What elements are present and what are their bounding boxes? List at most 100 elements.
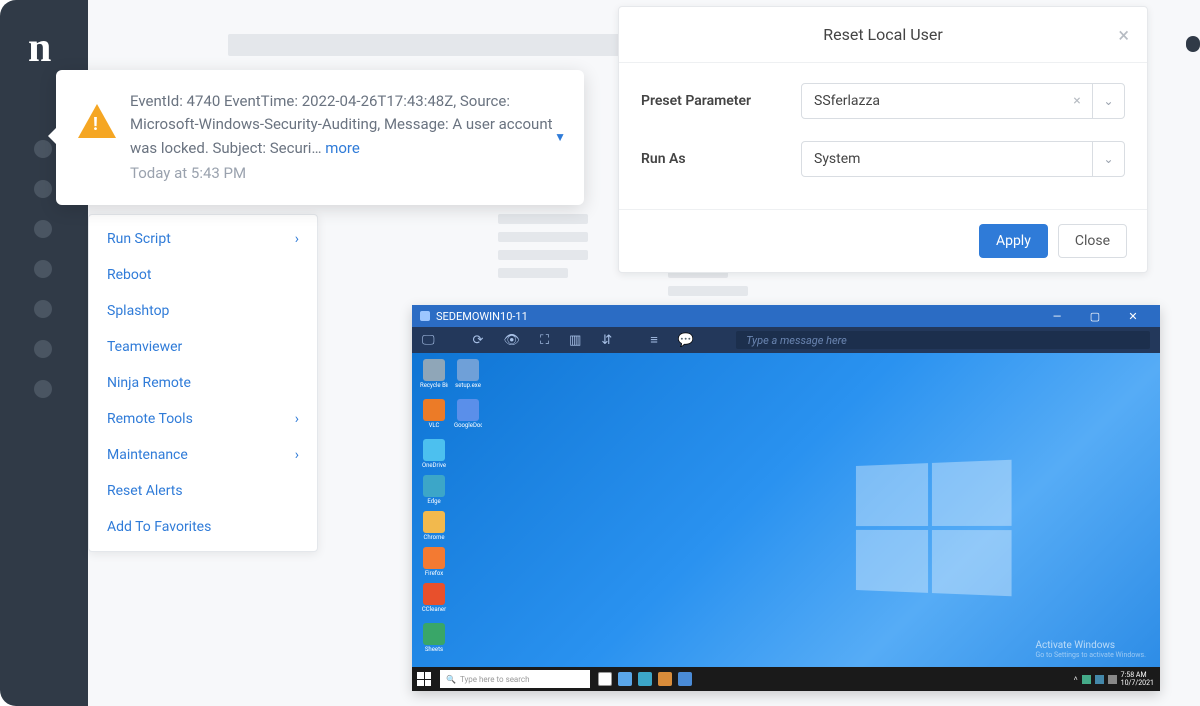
cortana-icon[interactable]: [598, 672, 612, 686]
desktop-icon-ccleaner[interactable]: CCleaner: [420, 583, 448, 613]
icon-label: Chrome: [420, 534, 448, 541]
transfer-icon[interactable]: ⇵: [601, 333, 612, 348]
desktop-icon-vlc[interactable]: VLC: [420, 399, 448, 429]
ctx-item-run-script[interactable]: Run Script›: [89, 221, 317, 257]
preset-select[interactable]: SSferlazza × ⌄: [801, 83, 1125, 119]
remote-desktop-screen[interactable]: Activate Windows Go to Settings to activ…: [412, 353, 1160, 691]
chevron-down-icon[interactable]: ▼: [554, 130, 566, 144]
settings-icon[interactable]: ≡: [650, 332, 658, 348]
clock[interactable]: 7:58 AM 10/7/2021: [1121, 671, 1154, 687]
tray-icon[interactable]: [1095, 675, 1104, 684]
system-tray[interactable]: ˄ 7:58 AM 10/7/2021: [1074, 671, 1160, 687]
warning-icon: [78, 90, 116, 185]
tray-chevron-icon[interactable]: ˄: [1074, 675, 1078, 683]
sidebar-nav-item[interactable]: [34, 180, 52, 198]
tray-icon[interactable]: [1082, 675, 1091, 684]
expand-icon[interactable]: ⛶: [540, 333, 549, 348]
monitor-icon[interactable]: 🖵: [422, 333, 435, 348]
desktop-icon-edge[interactable]: Edge: [420, 475, 448, 505]
refresh-icon[interactable]: ⟳: [473, 333, 484, 348]
tray-icon[interactable]: [1108, 675, 1117, 684]
desktop-icon-googledocs[interactable]: GoogleDocs: [454, 399, 482, 429]
ctx-item-reboot[interactable]: Reboot: [89, 257, 317, 293]
message-input[interactable]: Type a message here: [736, 331, 1150, 349]
taskbar-search[interactable]: 🔍 Type here to search: [440, 670, 590, 688]
app-icon: [423, 399, 445, 421]
remote-titlebar: SEDEMOWIN10-11 — ▢ ✕: [412, 305, 1160, 327]
mail-icon[interactable]: [678, 672, 692, 686]
preset-label: Preset Parameter: [641, 93, 801, 109]
icon-label: Sheets: [420, 646, 448, 653]
icon-label: CCleaner: [420, 606, 448, 613]
taskbar-apps: [598, 672, 692, 686]
chevron-right-icon: ›: [295, 411, 299, 427]
header-skeleton: [228, 34, 628, 56]
sidebar-nav-item[interactable]: [34, 300, 52, 318]
chevron-down-icon[interactable]: ⌄: [1092, 142, 1124, 176]
apply-button[interactable]: Apply: [979, 224, 1048, 258]
activate-sub: Go to Settings to activate Windows.: [1036, 651, 1146, 659]
remote-toolbar: 🖵 ⟳ 👁 ⛶ ▥ ⇵ ≡ 💬 Type a message here: [412, 327, 1160, 353]
store-icon[interactable]: [658, 672, 672, 686]
runas-select[interactable]: System ⌄: [801, 141, 1125, 177]
desktop-icon-recycle-bin[interactable]: Recycle Bin: [420, 359, 448, 389]
icon-label: VLC: [420, 422, 448, 429]
desktop-icon-onedrive[interactable]: OneDrive: [420, 439, 448, 469]
header-indicator: [1186, 36, 1200, 52]
more-link[interactable]: more: [325, 139, 360, 157]
modal-title: Reset Local User: [823, 25, 943, 44]
ctx-item-label: Reset Alerts: [107, 483, 183, 499]
sidebar-nav-item[interactable]: [34, 340, 52, 358]
desktop-icon-setup-exe[interactable]: setup.exe: [454, 359, 482, 389]
tooltip-pointer: [48, 126, 58, 146]
close-button[interactable]: Close: [1058, 224, 1127, 258]
eye-icon[interactable]: 👁: [503, 333, 520, 348]
icon-label: setup.exe: [454, 382, 482, 389]
sidebar-nav-item[interactable]: [34, 380, 52, 398]
remote-desktop-window: SEDEMOWIN10-11 — ▢ ✕ 🖵 ⟳ 👁 ⛶ ▥ ⇵ ≡ 💬 Typ…: [412, 305, 1160, 691]
chat-icon[interactable]: 💬: [678, 333, 694, 348]
ctx-item-add-to-favorites[interactable]: Add To Favorites: [89, 509, 317, 545]
icon-label: Recycle Bin: [420, 382, 448, 389]
layout-icon[interactable]: ▥: [569, 333, 581, 348]
ctx-item-label: Reboot: [107, 267, 151, 283]
desktop-icon-sheets[interactable]: Sheets: [420, 623, 448, 653]
sidebar-nav: [34, 140, 52, 398]
windows-logo: [856, 460, 1012, 597]
modal-body: Preset Parameter SSferlazza × ⌄ Run As S…: [619, 63, 1147, 209]
sidebar-nav-item[interactable]: [34, 220, 52, 238]
desktop-icon-chrome[interactable]: Chrome: [420, 511, 448, 541]
tooltip-content: EventId: 4740 EventTime: 2022-04-26T17:4…: [130, 90, 562, 185]
chevron-down-icon[interactable]: ⌄: [1092, 84, 1124, 118]
ctx-item-splashtop[interactable]: Splashtop: [89, 293, 317, 329]
icon-label: GoogleDocs: [454, 422, 482, 429]
context-menu: Run Script› Reboot Splashtop TeamviewerNinj…: [88, 214, 318, 552]
app-logo: n: [28, 24, 51, 72]
ctx-item-teamviewer[interactable]: Teamviewer: [89, 329, 317, 365]
ctx-item-label: Splashtop: [107, 303, 169, 319]
preset-value: SSferlazza: [802, 93, 1062, 109]
minimize-button[interactable]: —: [1038, 305, 1076, 327]
start-button[interactable]: [412, 667, 436, 691]
maximize-button[interactable]: ▢: [1076, 305, 1114, 327]
chevron-right-icon: ›: [295, 231, 299, 247]
alert-time: Today at 5:43 PM: [130, 162, 562, 185]
activate-title: Activate Windows: [1036, 640, 1146, 651]
clock-time: 7:58 AM: [1121, 671, 1154, 679]
clear-icon[interactable]: ×: [1062, 93, 1092, 109]
explorer-icon[interactable]: [618, 672, 632, 686]
ctx-item-reset-alerts[interactable]: Reset Alerts: [89, 473, 317, 509]
sidebar-nav-item[interactable]: [34, 260, 52, 278]
ctx-item-remote-tools[interactable]: Remote Tools›: [89, 401, 317, 437]
ctx-item-maintenance[interactable]: Maintenance ›: [89, 437, 317, 473]
close-button[interactable]: ✕: [1114, 305, 1152, 327]
chevron-right-icon: ›: [295, 447, 299, 463]
edge-icon[interactable]: [638, 672, 652, 686]
ctx-item-label: Maintenance: [107, 447, 188, 463]
app-icon: [423, 475, 445, 497]
app-icon: [423, 511, 445, 533]
reset-user-modal: Reset Local User × Preset Parameter SSfe…: [618, 6, 1148, 273]
ctx-item-ninja-remote[interactable]: Ninja Remote: [89, 365, 317, 401]
close-icon[interactable]: ×: [1118, 23, 1129, 47]
desktop-icon-firefox[interactable]: Firefox: [420, 547, 448, 577]
